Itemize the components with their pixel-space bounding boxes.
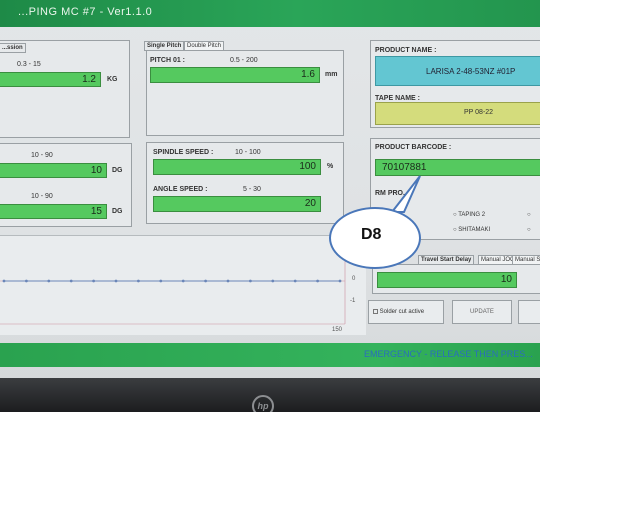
update-button-label: UPDATE xyxy=(470,309,494,315)
window-title: ...PING MC #7 - Ver1.1.0 xyxy=(18,6,153,18)
program-label: RM PRO... xyxy=(375,190,409,197)
product-barcode-input[interactable]: 70107881 xyxy=(375,159,540,176)
chart-point xyxy=(137,279,140,283)
chart-point xyxy=(316,279,319,283)
spindle-speed-range: 10 - 100 xyxy=(235,149,261,156)
radio-option-partial-1[interactable]: ○ xyxy=(527,212,531,218)
pitch-value: 1.6 xyxy=(301,69,315,80)
pitch-label: PITCH 01 : xyxy=(150,57,186,64)
tab-tension[interactable]: ...ssion xyxy=(0,43,26,53)
solder-cut-box: Solder cut active xyxy=(368,300,444,324)
pitch-unit: mm xyxy=(325,71,338,78)
angle-speed-value: 20 xyxy=(304,198,316,209)
travel-chart: 0 -1 150 xyxy=(0,235,366,335)
tension-value: 1.2 xyxy=(82,74,96,85)
chart-point xyxy=(204,279,208,283)
chart-y-bottom-label: -1 xyxy=(350,298,356,304)
speed-panel: SPINDLE SPEED : 10 - 100 100 % ANGLE SPE… xyxy=(146,142,344,224)
chart-point xyxy=(271,279,275,283)
angle-a-range: 10 - 90 xyxy=(31,152,53,159)
checkbox-icon xyxy=(373,309,378,314)
callout-label: D8 xyxy=(361,226,382,243)
spindle-speed-label: SPINDLE SPEED : xyxy=(153,149,214,156)
chart-point xyxy=(338,279,342,283)
tension-unit: KG xyxy=(107,76,118,83)
angle-a-unit: DG xyxy=(112,167,123,174)
angle-speed-range: 5 - 30 xyxy=(243,186,261,193)
product-name-label: PRODUCT NAME : xyxy=(375,47,437,54)
tape-name-field[interactable]: PP 08-22 xyxy=(375,102,540,125)
radio-taping-2-label: TAPING 2 xyxy=(458,212,486,218)
angle-b-value: 15 xyxy=(90,206,102,217)
chart-point xyxy=(25,279,28,283)
radio-shitamaki[interactable]: ○ SHITAMAKI xyxy=(453,227,490,233)
angle-speed-label: ANGLE SPEED : xyxy=(153,186,208,193)
photo-of-monitor: ...PING MC #7 - Ver1.1.0 ...ssion 0.3 - … xyxy=(0,0,540,412)
delay-panel: 10 xyxy=(372,264,540,294)
radio-option-partial-2[interactable]: ○ xyxy=(527,227,531,233)
emergency-message: EMERGENCY - RELEASE THEN PRES... xyxy=(364,349,533,359)
solder-cut-label: Solder cut active xyxy=(379,309,425,316)
chart-y-top-label: 0 xyxy=(352,276,356,282)
chart-point xyxy=(181,279,185,283)
pitch-panel: PITCH 01 : 0.5 - 200 1.6 mm xyxy=(146,50,344,136)
chart-x-end-label: 150 xyxy=(332,327,343,333)
spindle-speed-unit: % xyxy=(327,163,334,170)
status-bar: EMERGENCY - RELEASE THEN PRES... xyxy=(0,343,540,367)
app-screen: ...PING MC #7 - Ver1.1.0 ...ssion 0.3 - … xyxy=(0,0,540,378)
radio-taping-2[interactable]: ○ TAPING 2 xyxy=(453,212,485,218)
tab-single-pitch[interactable]: Single Pitch xyxy=(144,41,185,51)
update-button[interactable]: UPDATE xyxy=(452,300,512,324)
product-panel: PRODUCT NAME : LARISA 2-48-53NZ #01P TAP… xyxy=(370,40,540,128)
travel-start-delay-value: 10 xyxy=(500,274,512,285)
radio-shitamaki-label: SHITAMAKI xyxy=(458,227,491,233)
product-name-value: LARISA 2-48-53NZ #01P xyxy=(426,67,516,76)
tab-double-pitch[interactable]: Double Pitch xyxy=(184,41,225,51)
angle-a-input[interactable]: 10 xyxy=(0,163,107,178)
product-name-field[interactable]: LARISA 2-48-53NZ #01P xyxy=(375,56,540,86)
tape-name-value: PP 08-22 xyxy=(464,109,494,116)
product-barcode-label: PRODUCT BARCODE : xyxy=(375,144,452,151)
hp-logo: hp xyxy=(252,395,274,412)
pitch-range: 0.5 - 200 xyxy=(230,57,258,64)
chart-point xyxy=(293,279,297,283)
pitch-input[interactable]: 1.6 xyxy=(150,67,320,83)
title-bar: ...PING MC #7 - Ver1.1.0 xyxy=(0,0,540,27)
chart-point xyxy=(114,279,118,283)
angle-b-unit: DG xyxy=(112,208,123,215)
chart-point xyxy=(69,279,73,283)
chart-point xyxy=(47,279,51,283)
angle-b-input[interactable]: 15 xyxy=(0,204,107,219)
tension-input[interactable]: 1.2 xyxy=(0,72,101,87)
travel-start-delay-input[interactable]: 10 xyxy=(377,272,517,288)
chart-point xyxy=(159,279,163,283)
angle-panel: 10 - 90 10 DG 10 - 90 15 DG xyxy=(0,143,132,227)
chart-point xyxy=(2,279,6,283)
chart-point xyxy=(249,279,252,283)
angle-b-range: 10 - 90 xyxy=(31,193,53,200)
product-barcode-value: 70107881 xyxy=(382,162,427,173)
tape-name-label: TAPE NAME : xyxy=(375,95,420,102)
chart-series-layer xyxy=(2,279,342,283)
tension-panel: ...ssion 0.3 - 15 1.2 KG xyxy=(0,40,130,138)
chart-plot xyxy=(0,246,346,325)
tension-range: 0.3 - 15 xyxy=(17,61,41,68)
chart-point xyxy=(92,279,95,283)
spindle-speed-input[interactable]: 100 xyxy=(153,159,321,175)
partial-button[interactable] xyxy=(518,300,540,324)
chart-point xyxy=(226,279,230,283)
angle-a-value: 10 xyxy=(90,165,102,176)
angle-speed-input[interactable]: 20 xyxy=(153,196,321,212)
spindle-speed-value: 100 xyxy=(299,161,316,172)
solder-cut-checkbox[interactable]: Solder cut active xyxy=(373,309,424,315)
